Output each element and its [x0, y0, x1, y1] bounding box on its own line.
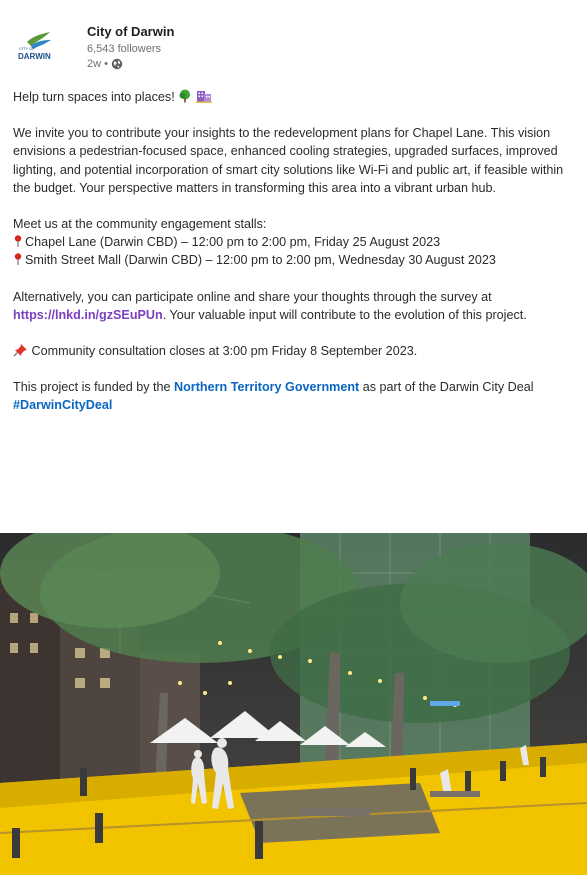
org-name[interactable]: City of Darwin: [87, 24, 174, 39]
post-text: Help turn spaces into places! We invite …: [13, 88, 579, 433]
stall-text: Smith Street Mall (Darwin CBD) – 12:00 p…: [25, 253, 496, 268]
round-pushpin-icon: [14, 235, 22, 248]
post-time: 2w •: [87, 58, 108, 70]
online-text-after: . Your valuable input will contribute to…: [162, 307, 527, 322]
follower-count: 6,543 followers: [87, 43, 161, 55]
globe-icon: [111, 58, 123, 70]
chapel-lane-render: [0, 533, 587, 875]
post-header: CITY OF DARWIN City of Darwin 6,543 foll…: [0, 0, 587, 82]
intro-paragraph: Help turn spaces into places!: [13, 88, 579, 106]
tree-emoji-icon: [179, 89, 191, 103]
meet-intro: Meet us at the community engagement stal…: [13, 217, 267, 232]
online-paragraph: Alternatively, you can participate onlin…: [13, 288, 579, 324]
stall-item: Chapel Lane (Darwin CBD) – 12:00 pm to 2…: [13, 233, 579, 251]
northern-territory-government-link[interactable]: Northern Territory Government: [174, 380, 359, 394]
stalls-paragraph: Meet us at the community engagement stal…: [13, 215, 579, 270]
svg-text:DARWIN: DARWIN: [18, 52, 51, 61]
online-text-before: Alternatively, you can participate onlin…: [13, 289, 492, 304]
linkedin-post: CITY OF DARWIN City of Darwin 6,543 foll…: [0, 0, 587, 875]
hashtag-link[interactable]: #DarwinCityDeal: [13, 398, 112, 412]
svg-text:CITY OF: CITY OF: [19, 46, 35, 51]
round-pushpin-icon: [14, 253, 22, 266]
post-meta: 2w •: [87, 58, 123, 70]
intro-text: Help turn spaces into places!: [13, 90, 175, 104]
pushpin-icon: [13, 344, 27, 357]
description-paragraph: We invite you to contribute your insight…: [13, 126, 564, 195]
closing-text: Community consultation closes at 3:00 pm…: [31, 344, 418, 359]
city-of-darwin-logo[interactable]: CITY OF DARWIN: [17, 28, 53, 64]
funded-text-after: as part of the Darwin City Deal: [359, 380, 534, 395]
closing-paragraph: Community consultation closes at 3:00 pm…: [13, 342, 579, 360]
stall-item: Smith Street Mall (Darwin CBD) – 12:00 p…: [13, 251, 579, 269]
funding-paragraph: This project is funded by the Northern T…: [13, 378, 579, 414]
building-emoji-icon: [195, 91, 212, 103]
stall-text: Chapel Lane (Darwin CBD) – 12:00 pm to 2…: [25, 235, 441, 250]
funded-text-before: This project is funded by the: [13, 380, 175, 395]
post-image[interactable]: [0, 533, 587, 875]
survey-link[interactable]: https://lnkd.in/gzSEuPUn: [13, 308, 163, 322]
